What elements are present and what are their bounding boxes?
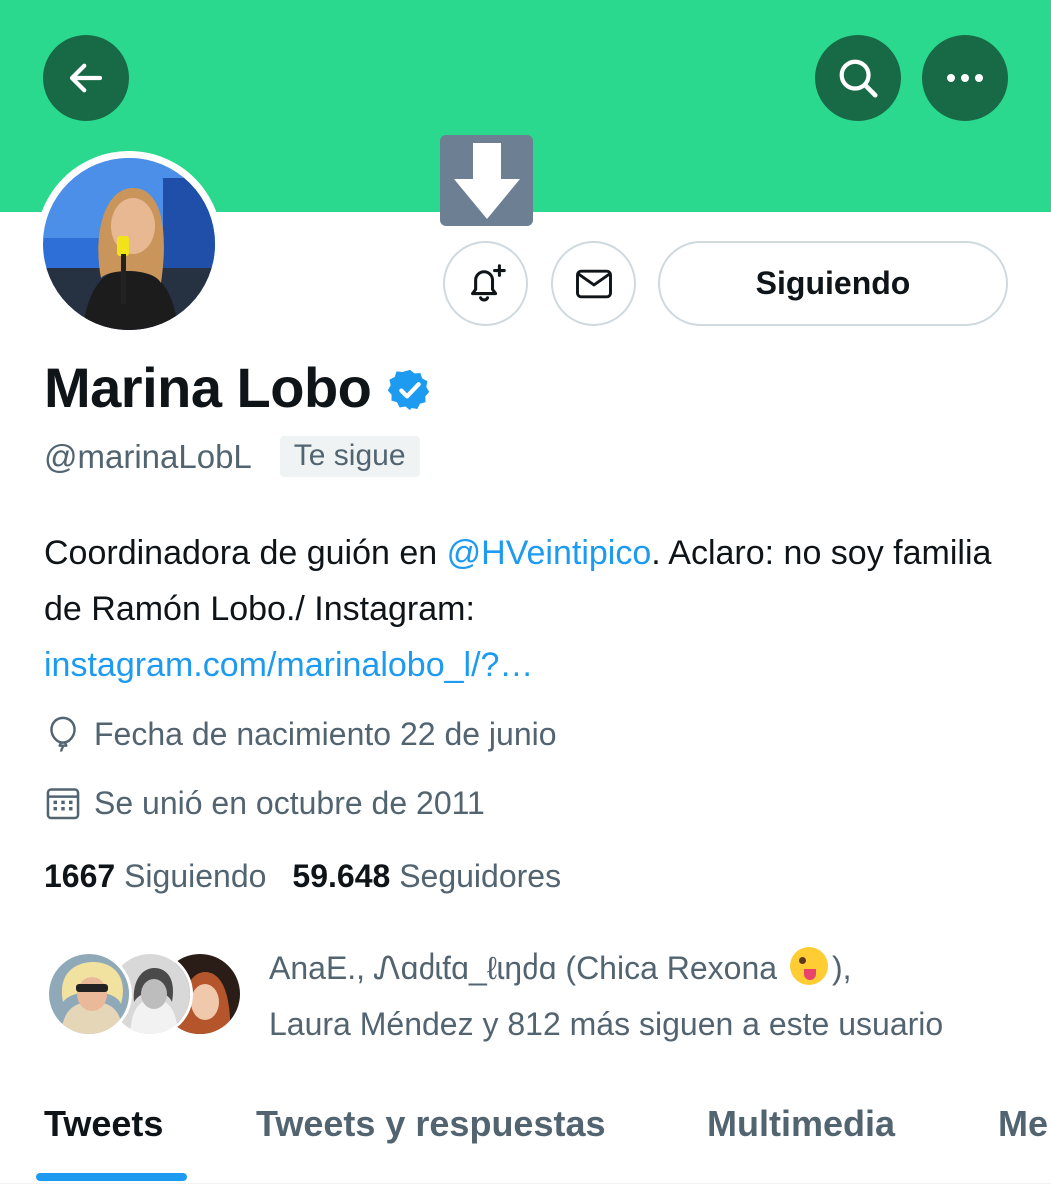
search-icon xyxy=(839,59,878,98)
profile-avatar[interactable] xyxy=(36,151,222,337)
follows-you-badge: Te sigue xyxy=(279,436,420,477)
birthday-row: Fecha de nacimiento 22 de junio xyxy=(44,714,557,754)
calendar-icon xyxy=(46,788,80,820)
following-label: Siguiendo xyxy=(124,858,267,894)
bio-website-link[interactable]: instagram.com/marinalobo_l/?… xyxy=(44,646,533,684)
followed-by-line: ), xyxy=(831,950,852,986)
followers-count: 59.648 xyxy=(292,858,391,894)
handle-row: @marinaLobL Te sigue xyxy=(44,436,420,477)
follow-stats: 1667 Siguiendo 59.648 Seguidores xyxy=(44,858,561,895)
following-stat[interactable]: 1667 Siguiendo xyxy=(44,858,266,894)
tabs-divider xyxy=(0,1183,1051,1184)
tab-tweets-replies[interactable]: Tweets y respuestas xyxy=(256,1103,606,1145)
display-name: Marina Lobo xyxy=(44,356,372,419)
following-count: 1667 xyxy=(44,858,116,894)
notifications-button[interactable] xyxy=(443,241,528,326)
bio-mention-link[interactable]: @HVeintipico xyxy=(447,534,652,572)
active-tab-indicator xyxy=(36,1173,187,1181)
tab-likes[interactable]: Me xyxy=(998,1103,1048,1145)
birthday-text: Fecha de nacimiento 22 de junio xyxy=(94,715,557,752)
followed-by-line: AnaE., Ꮑɑძɩƭɑ_ℓɩŋძɑ (Chica Rexona xyxy=(269,950,786,986)
avatar-image xyxy=(43,158,215,330)
joined-row: Se unió en octubre de 2011 xyxy=(44,784,485,822)
back-arrow-icon xyxy=(69,63,103,93)
download-arrow-overlay xyxy=(440,135,533,226)
search-button[interactable] xyxy=(815,35,901,121)
tab-tweets[interactable]: Tweets xyxy=(44,1103,163,1145)
bell-plus-icon xyxy=(470,263,506,301)
profile-bio: Coordinadora de guión en @HVeintipico. A… xyxy=(44,525,1004,693)
username-handle: @marinaLobL xyxy=(44,437,252,475)
followed-by-line: Laura Méndez y 812 más siguen a este usu… xyxy=(269,1006,944,1042)
download-arrow-icon xyxy=(453,142,520,219)
more-icon xyxy=(947,74,983,82)
profile-tabs: Tweets Tweets y respuestas Multimedia Me xyxy=(0,1095,1051,1200)
balloon-icon xyxy=(50,716,76,752)
winking-face-with-tongue-emoji-icon xyxy=(789,947,828,985)
profile-name-row: Marina Lobo xyxy=(44,355,433,420)
followers-stat[interactable]: 59.648 Seguidores xyxy=(292,858,561,894)
bio-text: Coordinadora de guión en xyxy=(44,534,447,572)
followed-by-text[interactable]: AnaE., Ꮑɑძɩƭɑ_ℓɩŋძɑ (Chica Rexona ), Lau… xyxy=(269,940,1029,1052)
joined-text: Se unió en octubre de 2011 xyxy=(94,784,485,821)
tab-media[interactable]: Multimedia xyxy=(707,1103,895,1145)
message-button[interactable] xyxy=(551,241,636,326)
following-button[interactable]: Siguiendo xyxy=(658,241,1008,326)
followers-label: Seguidores xyxy=(399,858,562,894)
follower-avatar[interactable] xyxy=(46,951,132,1037)
more-button[interactable] xyxy=(922,35,1008,121)
mail-icon xyxy=(575,269,612,298)
back-button[interactable] xyxy=(43,35,129,121)
verified-badge-icon xyxy=(388,369,430,410)
